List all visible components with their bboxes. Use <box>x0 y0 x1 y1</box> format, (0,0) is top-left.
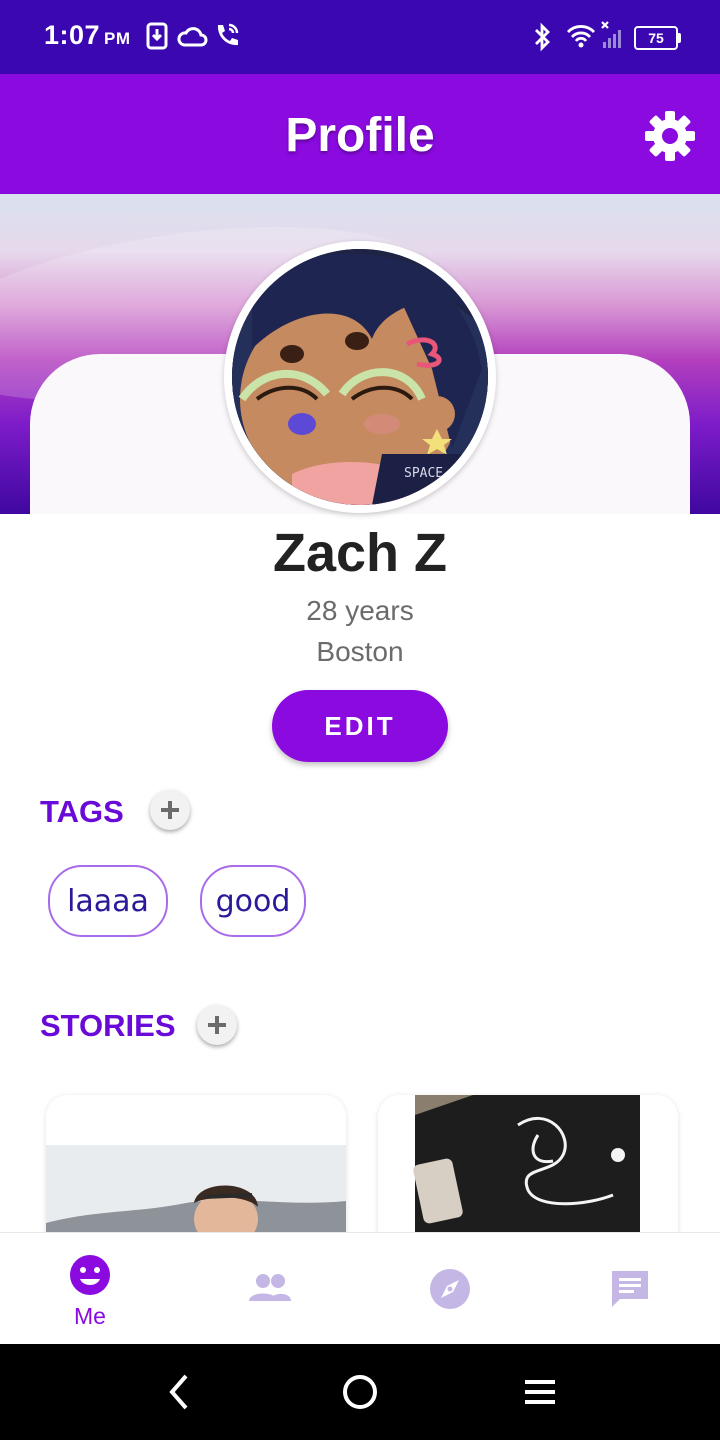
nav-item-friends[interactable] <box>180 1233 360 1345</box>
plus-icon <box>208 1016 226 1034</box>
wifi-icon <box>566 25 596 48</box>
nav-item-messages[interactable] <box>540 1233 720 1345</box>
battery-tip <box>677 33 681 43</box>
story-card[interactable] <box>378 1095 678 1235</box>
edit-button[interactable]: EDIT <box>272 690 448 762</box>
tag-chip[interactable]: laaaa <box>48 865 168 937</box>
nav-item-explore[interactable] <box>360 1233 540 1345</box>
status-bar: 1:07 PM 75 <box>0 0 720 74</box>
cloud-icon <box>177 27 208 47</box>
download-icon <box>146 22 168 50</box>
tag-label: good <box>215 883 291 919</box>
smiley-icon <box>70 1255 110 1295</box>
profile-city: Boston <box>316 636 404 667</box>
profile-name: Zach Z <box>272 523 448 583</box>
bottom-navigation: Me <box>0 1232 720 1345</box>
chat-icon <box>612 1271 648 1307</box>
bluetooth-icon <box>535 22 550 52</box>
gear-icon[interactable] <box>644 110 696 162</box>
compass-icon <box>430 1269 470 1309</box>
avatar-illustration: SPACE NOVELTY <box>232 249 488 505</box>
story-image <box>378 1095 678 1235</box>
system-navigation-bar <box>0 1344 720 1440</box>
status-time-ampm: PM <box>104 29 131 48</box>
tag-label: laaaa <box>67 883 149 919</box>
avatar-image: SPACE NOVELTY <box>232 249 488 505</box>
plus-icon <box>161 801 179 819</box>
add-tag-button[interactable] <box>150 790 190 830</box>
signal-icon <box>601 21 621 48</box>
battery-level: 75 <box>648 30 664 46</box>
tag-chip[interactable]: good <box>200 865 306 937</box>
app-bar: Profile <box>0 74 720 194</box>
wifi-call-icon <box>217 23 239 46</box>
battery-indicator: 75 <box>634 26 678 50</box>
story-image <box>46 1095 346 1235</box>
people-icon <box>249 1274 291 1301</box>
stories-title: STORIES <box>40 1008 176 1043</box>
back-icon[interactable] <box>160 1372 200 1412</box>
tags-title: TAGS <box>40 794 124 829</box>
add-story-button[interactable] <box>197 1005 237 1045</box>
profile-age: 28 years <box>306 595 414 626</box>
home-icon[interactable] <box>340 1372 380 1412</box>
nav-item-me[interactable]: Me <box>0 1233 180 1345</box>
menu-icon[interactable] <box>520 1372 560 1412</box>
status-time-value: 1:07 <box>44 20 101 50</box>
story-card[interactable] <box>46 1095 346 1235</box>
page-title: Profile <box>285 109 435 162</box>
status-time: 1:07 PM <box>44 20 131 51</box>
avatar[interactable]: SPACE NOVELTY <box>224 241 496 513</box>
nav-label-me: Me <box>74 1303 106 1329</box>
